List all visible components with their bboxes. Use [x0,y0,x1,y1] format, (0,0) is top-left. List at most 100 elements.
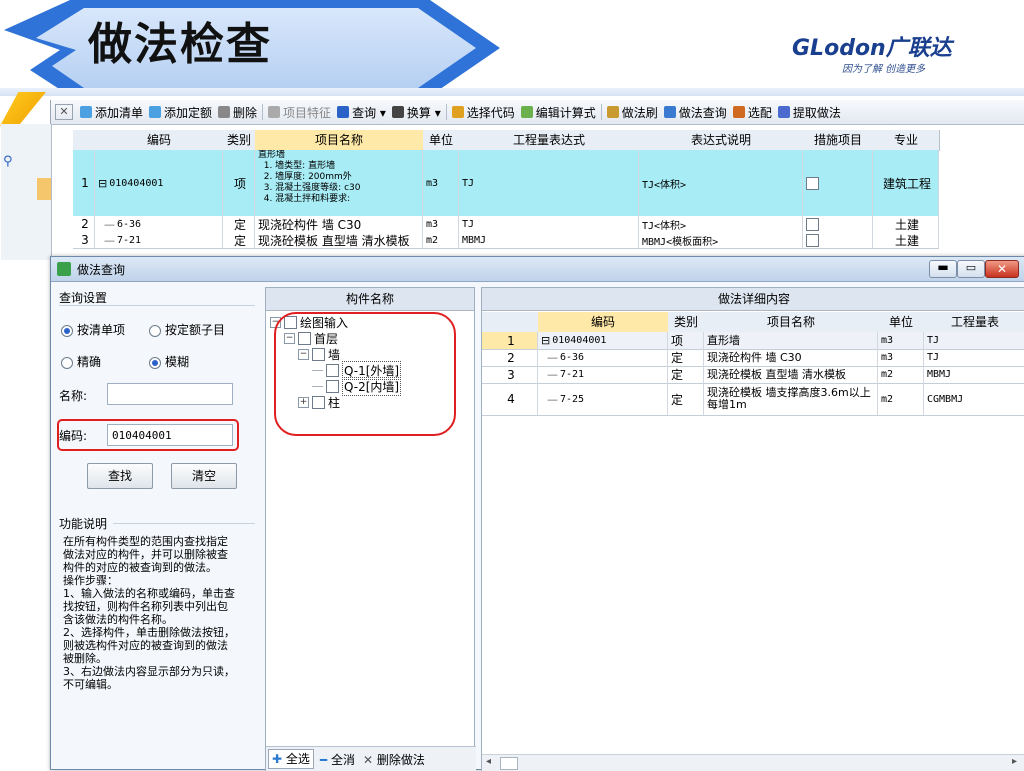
cell-type-text: 定 [233,217,246,232]
toolbar-button-4[interactable]: 查询 ▾ [334,101,389,123]
maximize-button[interactable]: ▭ [957,260,985,278]
detail-row[interactable]: 3— 7-21 定现浇砼模板 直型墙 清水模板 m2 MBMJ [482,366,1024,384]
cell-unit-text: m2 [426,234,439,246]
detail-unit-text: m2 [881,393,894,405]
detail-cell-unit: m3 [878,349,924,366]
cell-desc: MBMJ<模板面积> [639,232,803,248]
toolbar-button-7[interactable]: 编辑计算式 [518,101,599,123]
column-header[interactable]: 专业 [873,130,940,151]
cell-spec-text: 土建 [894,217,919,232]
detail-header: 编码 类别 项目名称 单位 工程量表 [482,312,1024,333]
scroll-right-icon[interactable]: ▸ [1012,756,1017,767]
column-header[interactable]: 措施项目 [803,130,874,151]
detail-column-header[interactable]: 类别 [668,312,705,333]
cell-n: 1 [73,150,95,216]
tree-toggle-icon[interactable]: ⊟ [98,177,107,190]
cell-unit: m3 [423,150,459,216]
toolbar-icon-4 [337,106,350,118]
tree-highlight [274,312,456,436]
tree-toggle-icon[interactable]: — [547,393,558,406]
tree-toggle-icon[interactable]: — [547,368,558,381]
measure-checkbox[interactable] [806,217,819,231]
detail-row-number-header [482,312,539,333]
detail-column-header[interactable]: 编码 [538,312,669,333]
detail-expr-text: TJ [927,352,940,363]
column-header[interactable]: 项目名称 [255,130,424,151]
table-row[interactable]: 2 — 6-36 定现浇砼构件 墙 C30 m3 TJ TJ<体积> 土建 [73,216,939,233]
detail-column-header[interactable]: 工程量表 [924,312,1024,333]
detail-cell-unit: m2 [878,383,924,415]
column-header[interactable]: 编码 [95,130,224,151]
table-row[interactable]: 3 — 7-21 定现浇砼模板 直型墙 清水模板 m2 MBMJ MBMJ<模板面积> 土建 [73,232,939,249]
detail-table: 编码 类别 项目名称 单位 工程量表 1 ⊟ 010404001 项直形墙 m3 TJ 2— 6-3… [482,312,1024,462]
deselect-all-button[interactable]: ━ 全消 [318,751,357,768]
radio-exact[interactable]: 精确 [61,353,101,370]
toolbar-button-8[interactable]: 做法刷 [604,101,661,123]
toolbar-button-2[interactable]: 删除 [215,101,260,123]
toolbar-button-9[interactable]: 做法查询 [661,101,730,123]
toolbar-button-10[interactable]: 选配 [730,101,775,123]
detail-row[interactable]: 2— 6-36 定现浇砼构件 墙 C30 m3 TJ [482,349,1024,367]
scroll-thumb[interactable] [500,757,518,770]
detail-row[interactable]: 1 ⊟ 010404001 项直形墙 m3 TJ [482,332,1024,350]
detail-code-text: 7-21 [560,369,585,380]
detail-name-text: 现浇砼模板 墙支撑高度3.6m以上每增1m [707,386,871,411]
search-icon[interactable]: ⚲ [3,154,13,169]
column-header[interactable]: 单位 [423,130,460,151]
toolbar-button-6[interactable]: 选择代码 [449,101,518,123]
toolbar-button-0[interactable]: 添加清单 [77,101,146,123]
toolbar-button-11[interactable]: 提取做法 [775,101,844,123]
dialog-titlebar: 做法查询 ▬ ▭ ✕ [51,257,1024,282]
clear-button[interactable]: 清空 [171,463,237,489]
column-header[interactable]: 类别 [223,130,256,151]
cell-name-text: 现浇砼模板 直型墙 清水模板 [258,233,410,248]
column-header[interactable]: 表达式说明 [639,130,804,151]
tree-toggle-icon[interactable]: — [104,218,115,231]
detail-n-text: 1 [507,333,515,348]
toolbar-button-3[interactable]: 项目特征 [265,101,334,123]
delete-method-label: 删除做法 [376,752,425,767]
toolbar-label-1: 添加定额 [164,105,213,120]
toolbar-label-2: 删除 [233,105,258,120]
toolbar-button-1[interactable]: 添加定额 [146,101,215,123]
find-button[interactable]: 查找 [87,463,153,489]
header-swoosh [0,92,46,126]
detail-scrollbar[interactable]: ◂ ▸ [482,754,1024,771]
detail-cell-code: — 6-36 [538,349,668,366]
cell-n-text: 1 [81,176,89,190]
detail-column-header[interactable]: 单位 [878,312,925,333]
cell-name: 直形墙 1. 墙类型: 直形墙 2. 墙厚度: 200mm外 3. 混凝土强度等… [255,150,423,216]
measure-checkbox[interactable] [806,176,819,190]
name-field[interactable] [107,383,233,405]
code-field[interactable] [107,424,233,446]
toolbar-icon-11 [777,106,790,118]
detail-row[interactable]: 4— 7-25 定现浇砼模板 墙支撑高度3.6m以上每增1m m2 CGMBMJ [482,383,1024,416]
close-button[interactable]: ✕ [985,260,1019,278]
column-header[interactable]: 工程量表达式 [459,130,640,151]
scroll-left-icon[interactable]: ◂ [486,756,491,767]
detail-type-text: 项 [671,334,684,348]
table-row[interactable]: 1 ⊟ 010404001 项直形墙 1. 墙类型: 直形墙 2. 墙厚度: 200… [73,150,939,217]
side-tab-active[interactable] [37,178,51,200]
detail-panel-title: 做法详细内容 [482,288,1024,311]
delete-method-button[interactable]: ✕ 删除做法 [361,751,427,768]
tree-toggle-icon[interactable]: — [104,234,115,247]
select-all-button[interactable]: ✚ 全选 [268,749,314,769]
radio-fuzzy[interactable]: 模糊 [149,353,189,370]
radio-by-quota[interactable]: 按定额子目 [149,321,225,338]
measure-checkbox[interactable] [806,233,819,247]
toolbar-button-5[interactable]: 换算 ▾ [389,101,444,123]
close-tab-icon[interactable]: ✕ [55,104,73,120]
tree-toggle-icon[interactable]: — [547,351,558,364]
detail-cell-name: 直形墙 [704,332,878,349]
cell-expr: TJ [459,216,639,232]
detail-cell-n: 1 [482,332,538,349]
detail-n-text: 4 [507,392,515,406]
tree-toggle-icon[interactable]: ⊟ [541,334,550,347]
cell-n: 3 [73,232,95,248]
minimize-button[interactable]: ▬ [929,260,957,278]
radio-by-item[interactable]: 按清单项 [61,321,125,338]
detail-column-header[interactable]: 项目名称 [704,312,879,333]
detail-cell-code: — 7-25 [538,383,668,415]
slide-header: 做法检查 GLodon广联达 因为了解 创造更多 [0,0,1024,126]
